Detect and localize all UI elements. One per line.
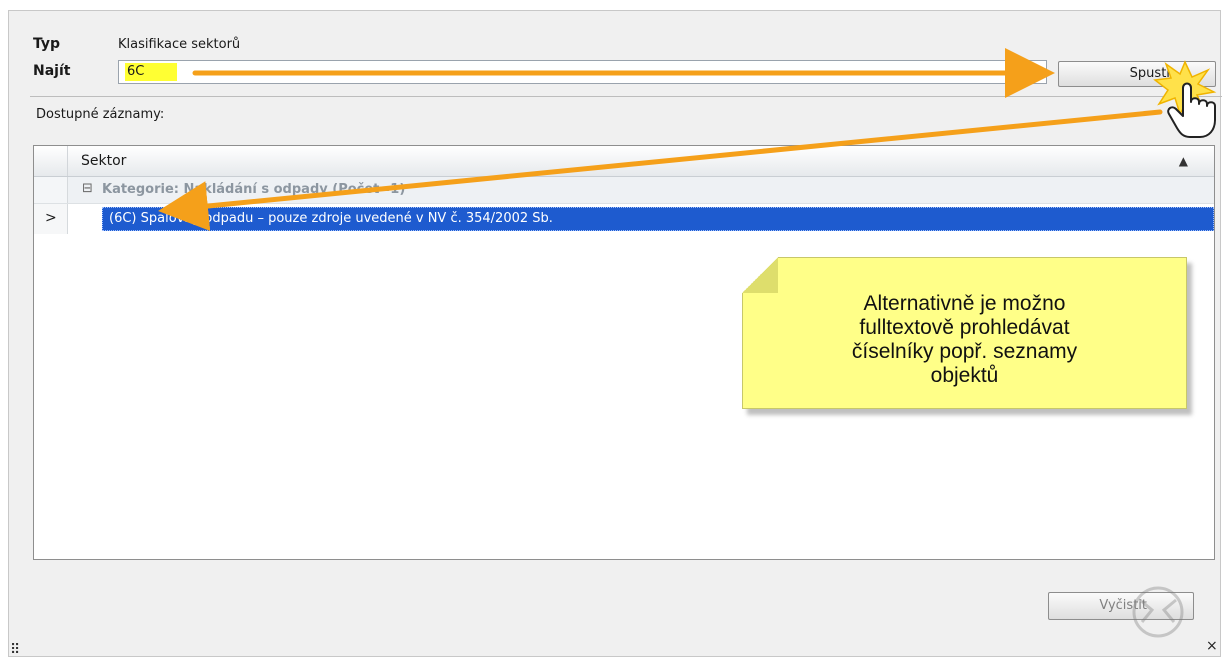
sort-up-icon[interactable]: ▲ <box>1179 154 1188 168</box>
grid-header: Sektor ▲ <box>34 146 1214 177</box>
selected-cell[interactable]: (6C) Spalovny odpadu – pouze zdroje uved… <box>102 207 1214 231</box>
close-icon[interactable]: × <box>1206 638 1218 654</box>
note-line: objektů <box>930 364 999 387</box>
note-line: číselníky popř. seznamy <box>851 340 1078 363</box>
type-value: Klasifikace sektorů <box>118 37 241 52</box>
find-input[interactable] <box>118 60 1047 84</box>
callout-note: Alternativně je možno fulltextově prohle… <box>742 257 1187 409</box>
collapse-icon[interactable]: ⊟ <box>82 181 93 196</box>
group-row[interactable]: ⊟ Kategorie: Nakládání s odpady (Počet=1… <box>34 177 1214 204</box>
note-fold-corner <box>742 257 778 293</box>
column-header-sektor[interactable]: Sektor <box>81 153 126 169</box>
row-text: (6C) Spalovny odpadu – pouze zdroje uved… <box>109 211 553 226</box>
note-text: Alternativně je možno fulltextově prohle… <box>743 292 1186 388</box>
header-indicator-cell <box>34 146 68 176</box>
table-row[interactable]: > (6C) Spalovny odpadu – pouze zdroje uv… <box>34 204 1214 234</box>
row-pointer-icon: > <box>45 210 57 226</box>
note-line: fulltextově prohledávat <box>859 316 1070 339</box>
find-label: Najít <box>33 63 71 79</box>
clear-button[interactable]: Vyčistit <box>1048 592 1194 620</box>
type-label: Typ <box>33 36 61 52</box>
group-label: Kategorie: Nakládání s odpady (Počet=1) <box>102 182 406 197</box>
run-button[interactable]: Spustit <box>1058 61 1216 87</box>
row-indicator <box>34 177 68 203</box>
resize-grip-icon[interactable]: ⠿ <box>10 642 20 658</box>
note-line: Alternativně je možno <box>863 292 1066 315</box>
divider <box>30 96 1222 97</box>
available-records-label: Dostupné záznamy: <box>36 107 165 122</box>
row-indicator: > <box>34 204 68 234</box>
find-input-value: 6C <box>125 63 177 81</box>
